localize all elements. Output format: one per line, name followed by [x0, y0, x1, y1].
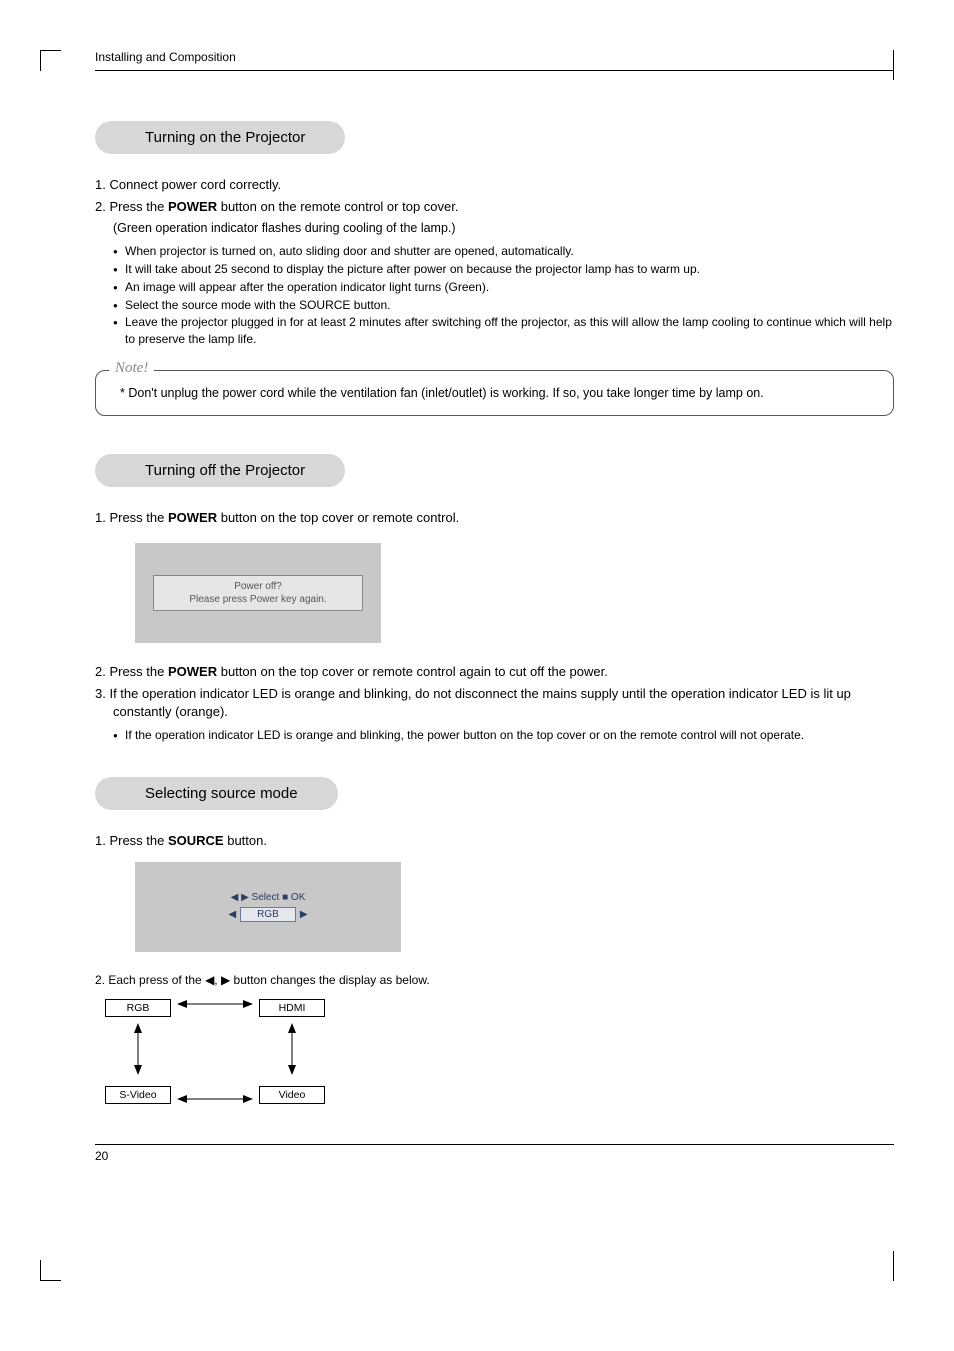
source-video: Video	[259, 1086, 325, 1104]
header-rule	[95, 70, 894, 71]
footer-rule	[95, 1144, 894, 1145]
section-source-mode: Selecting source mode	[95, 777, 338, 810]
osd-source-value: RGB	[240, 907, 296, 922]
section-turning-on: Turning on the Projector	[95, 121, 345, 154]
stepB2: 2. Press the POWER button on the top cov…	[95, 663, 894, 681]
bulletA3: Select the source mode with the SOURCE b…	[113, 297, 894, 314]
stepA2-bold: POWER	[168, 199, 217, 214]
stepC1-post: button.	[224, 833, 267, 848]
stepC1: 1. Press the SOURCE button.	[95, 832, 894, 850]
bulletA1: It will take about 25 second to display …	[113, 261, 894, 278]
stepA2-pre: 2. Press the	[95, 199, 168, 214]
source-svideo: S-Video	[105, 1086, 171, 1104]
stepB1-bold: POWER	[168, 510, 217, 525]
bulletB0: If the operation indicator LED is orange…	[113, 727, 894, 744]
source-hdmi: HDMI	[259, 999, 325, 1017]
bulletA2: An image will appear after the operation…	[113, 279, 894, 296]
double-arrow-top-icon	[177, 1003, 253, 1005]
note-text: * Don't unplug the power cord while the …	[118, 385, 877, 403]
stepC1-bold: SOURCE	[168, 833, 224, 848]
stepA1: 1. Connect power cord correctly.	[95, 176, 894, 194]
osd-source: ◀ ▶ Select ■ OK ◀ RGB ▶	[135, 862, 401, 952]
note-box: Note! * Don't unplug the power cord whil…	[95, 370, 894, 416]
source-rgb: RGB	[105, 999, 171, 1017]
double-arrow-bottom-icon	[177, 1098, 253, 1100]
sectionA-bullets: When projector is turned on, auto slidin…	[113, 243, 894, 348]
stepB1: 1. Press the POWER button on the top cov…	[95, 509, 894, 527]
stepC2: 2. Each press of the ◀, ▶ button changes…	[95, 972, 894, 989]
right-arrow-icon: ▶	[300, 909, 308, 920]
page-number: 20	[95, 1149, 894, 1163]
stepA2: 2. Press the POWER button on the remote …	[95, 198, 894, 216]
osd-poweroff-line2: Please press Power key again.	[154, 593, 362, 606]
bulletA4: Leave the projector plugged in for at le…	[113, 314, 894, 348]
osd-poweroff: Power off? Please press Power key again.	[135, 543, 381, 643]
note-label: Note!	[109, 360, 154, 377]
stepA2-sub: (Green operation indicator flashes durin…	[113, 220, 894, 237]
stepC1-pre: 1. Press the	[95, 833, 168, 848]
double-arrow-right-icon	[284, 1023, 300, 1075]
section-turning-off: Turning off the Projector	[95, 454, 345, 487]
osd-poweroff-line1: Power off?	[154, 580, 362, 593]
left-arrow-icon: ◀	[228, 909, 236, 920]
double-arrow-left-icon	[130, 1023, 146, 1075]
header-section: Installing and Composition	[95, 50, 894, 64]
osd-source-hint: ◀ ▶ Select ■ OK	[163, 892, 373, 903]
bulletA0: When projector is turned on, auto slidin…	[113, 243, 894, 260]
stepB2-pre: 2. Press the	[95, 664, 168, 679]
stepB1-pre: 1. Press the	[95, 510, 168, 525]
stepB2-post: button on the top cover or remote contro…	[217, 664, 608, 679]
source-cycle-diagram: RGB HDMI S-Video Video	[105, 999, 325, 1104]
stepB3: 3. If the operation indicator LED is ora…	[95, 685, 894, 721]
sectionB-bullets: If the operation indicator LED is orange…	[113, 727, 894, 744]
stepB1-post: button on the top cover or remote contro…	[217, 510, 459, 525]
stepA2-post: button on the remote control or top cove…	[217, 199, 458, 214]
stepB2-bold: POWER	[168, 664, 217, 679]
osd-poweroff-inner: Power off? Please press Power key again.	[153, 575, 363, 611]
